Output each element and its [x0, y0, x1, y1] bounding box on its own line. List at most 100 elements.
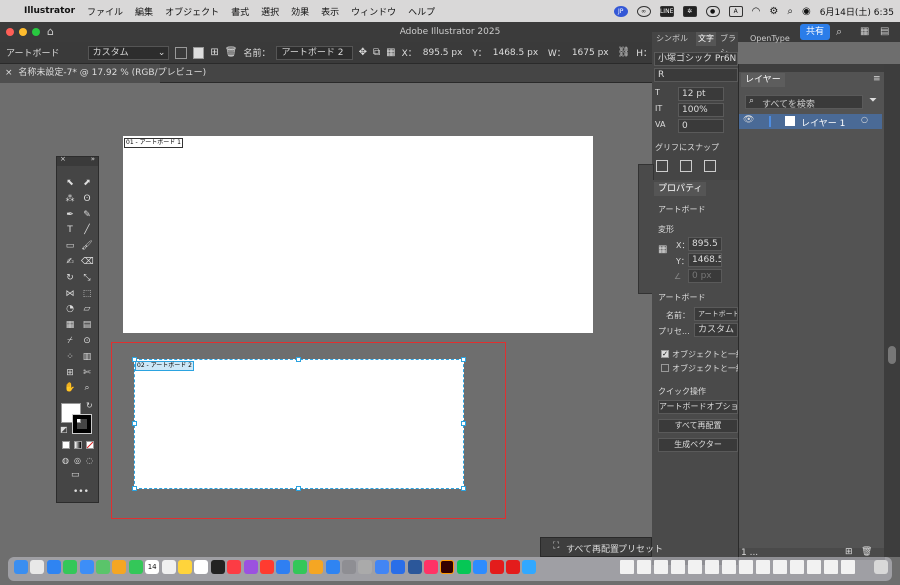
- recent-document-thumbnail[interactable]: [722, 560, 736, 574]
- perspective-grid-tool-icon[interactable]: ▱: [81, 303, 93, 315]
- artboard-1-label[interactable]: 01 - アートボード 1: [124, 138, 183, 148]
- launchpad-icon[interactable]: [30, 560, 45, 574]
- zoom-app-icon[interactable]: [473, 560, 488, 574]
- music-icon[interactable]: [227, 560, 242, 574]
- y-field[interactable]: 1468.5 px: [493, 48, 542, 58]
- home-icon[interactable]: ⌂: [47, 25, 54, 39]
- maps-icon[interactable]: [96, 560, 110, 574]
- gradient-tool-icon[interactable]: ▤: [81, 319, 93, 331]
- symbol-sprayer-tool-icon[interactable]: ⁘: [64, 351, 76, 363]
- tracking-field[interactable]: 0: [678, 119, 724, 133]
- slice-tool-icon[interactable]: ✄: [81, 367, 93, 379]
- control-center-icon[interactable]: ⚙: [769, 6, 778, 17]
- swap-colors-icon[interactable]: ↻: [86, 401, 93, 410]
- checkbox-option-2[interactable]: [661, 364, 669, 372]
- appstore-icon[interactable]: [325, 560, 340, 574]
- w-field[interactable]: 1675 px: [572, 48, 612, 58]
- magic-wand-tool-icon[interactable]: ⁂: [64, 193, 76, 205]
- siri-icon[interactable]: ◉: [802, 6, 811, 17]
- landscape-icon[interactable]: [192, 46, 205, 59]
- line-icon[interactable]: LINE: [659, 5, 674, 17]
- artboard-2-label[interactable]: 02 - アートボード 2: [135, 361, 194, 371]
- zoom-window-icon[interactable]: [32, 28, 40, 36]
- tab-properties[interactable]: プロパティ: [654, 182, 707, 196]
- rearrange-all-link[interactable]: すべて再配置: [566, 542, 619, 555]
- layers-panel-header[interactable]: [739, 64, 885, 72]
- settings-icon[interactable]: [342, 560, 356, 574]
- curvature-tool-icon[interactable]: ✎: [81, 209, 93, 221]
- safari-icon[interactable]: [46, 560, 61, 574]
- filter-icon[interactable]: ⏷: [869, 95, 877, 106]
- creative-cloud-icon[interactable]: ∞: [636, 5, 651, 17]
- artboard-1[interactable]: [123, 136, 593, 333]
- font-style-field[interactable]: R: [654, 68, 738, 82]
- collapse-icon[interactable]: »: [91, 155, 95, 163]
- layers-search-field[interactable]: ⌕ すべてを検索: [745, 95, 863, 110]
- paintbrush-tool-icon[interactable]: 🖌: [81, 240, 93, 252]
- layer-name[interactable]: レイヤー 1: [801, 116, 845, 129]
- visibility-eye-icon[interactable]: 👁: [743, 115, 754, 125]
- recent-document-thumbnail[interactable]: [807, 560, 821, 574]
- adobe-icon[interactable]: [489, 560, 504, 574]
- recent-document-thumbnail[interactable]: [790, 560, 804, 574]
- new-artboard-icon[interactable]: ⊞: [210, 47, 218, 58]
- pages-icon[interactable]: [309, 560, 324, 574]
- photoshop-icon[interactable]: [522, 560, 537, 574]
- search-icon[interactable]: ⌕: [836, 22, 842, 42]
- prop-preset-field[interactable]: カスタム: [694, 323, 738, 337]
- prop-y-field[interactable]: 1468.5: [688, 253, 722, 267]
- artboard-2[interactable]: [134, 359, 464, 489]
- recent-document-thumbnail[interactable]: [841, 560, 855, 574]
- checkbox-move-with-art[interactable]: ✓: [661, 350, 669, 358]
- menu-edit[interactable]: 編集: [129, 5, 159, 18]
- recent-document-thumbnail[interactable]: [654, 560, 668, 574]
- constrain-link-icon[interactable]: ⛓: [618, 47, 631, 58]
- recent-document-thumbnail[interactable]: [705, 560, 719, 574]
- eyedropper-tool-icon[interactable]: ⌿: [64, 335, 76, 347]
- rearrange-all-button[interactable]: すべて再配置: [658, 419, 738, 433]
- recent-document-thumbnail[interactable]: [773, 560, 787, 574]
- shaper-tool-icon[interactable]: ✍: [64, 256, 76, 268]
- prop-name-field[interactable]: アートボード 2: [694, 307, 738, 321]
- resize-handle-e[interactable]: [461, 421, 466, 426]
- column-graph-tool-icon[interactable]: ▥: [81, 351, 93, 363]
- artboard-options-button[interactable]: アートボードオプション: [658, 400, 738, 414]
- direct-selection-tool-icon[interactable]: ⬈: [81, 177, 93, 189]
- default-colors-icon[interactable]: ◩: [60, 425, 68, 434]
- calendar-icon[interactable]: 14: [145, 560, 160, 574]
- tab-brushes[interactable]: ブラシ: [720, 32, 738, 57]
- toggle-icon[interactable]: ●: [705, 5, 720, 17]
- recent-document-thumbnail[interactable]: [637, 560, 651, 574]
- draw-behind-icon[interactable]: ◎: [74, 456, 81, 465]
- recent-document-thumbnail[interactable]: [671, 560, 685, 574]
- zoom-tool-icon[interactable]: ⌕: [81, 382, 93, 394]
- notes-icon[interactable]: [178, 560, 192, 574]
- document-tab[interactable]: × 名称未設定-7* @ 17.92 % (RGB/プレビュー): [0, 64, 206, 83]
- target-icon[interactable]: ○: [861, 115, 868, 124]
- recent-document-thumbnail[interactable]: [620, 560, 634, 574]
- resize-handle-w[interactable]: [132, 421, 137, 426]
- rotate-tool-icon[interactable]: ↻: [64, 272, 76, 284]
- menu-help[interactable]: ヘルプ: [402, 5, 441, 18]
- delete-artboard-icon[interactable]: 🗑: [225, 47, 238, 58]
- mail-icon[interactable]: [79, 560, 94, 574]
- artboard-tool-icon[interactable]: ⊞: [64, 367, 76, 379]
- line-app-icon[interactable]: [456, 560, 471, 574]
- font-size-field[interactable]: 12 pt: [678, 87, 724, 101]
- draw-inside-icon[interactable]: ◌: [86, 456, 93, 465]
- close-icon[interactable]: ×: [60, 155, 66, 163]
- word-icon[interactable]: [407, 560, 422, 574]
- tab-character[interactable]: 文字: [696, 32, 716, 46]
- preset-select[interactable]: カスタム ⌄: [87, 45, 170, 60]
- x-field[interactable]: 895.5 px: [423, 48, 466, 58]
- recent-document-thumbnail[interactable]: [739, 560, 753, 574]
- free-transform-tool-icon[interactable]: ⬚: [81, 288, 93, 300]
- menu-file[interactable]: ファイル: [81, 5, 129, 18]
- scale-tool-icon[interactable]: ⤡: [81, 272, 93, 284]
- chatgpt-icon[interactable]: ✲: [682, 5, 697, 17]
- tools-panel-header[interactable]: × »: [57, 155, 98, 166]
- arrange-icon[interactable]: ▤: [880, 22, 889, 42]
- input-source-icon[interactable]: A: [728, 5, 743, 17]
- shape-builder-tool-icon[interactable]: ◔: [64, 303, 76, 315]
- menu-effect[interactable]: 効果: [285, 5, 315, 18]
